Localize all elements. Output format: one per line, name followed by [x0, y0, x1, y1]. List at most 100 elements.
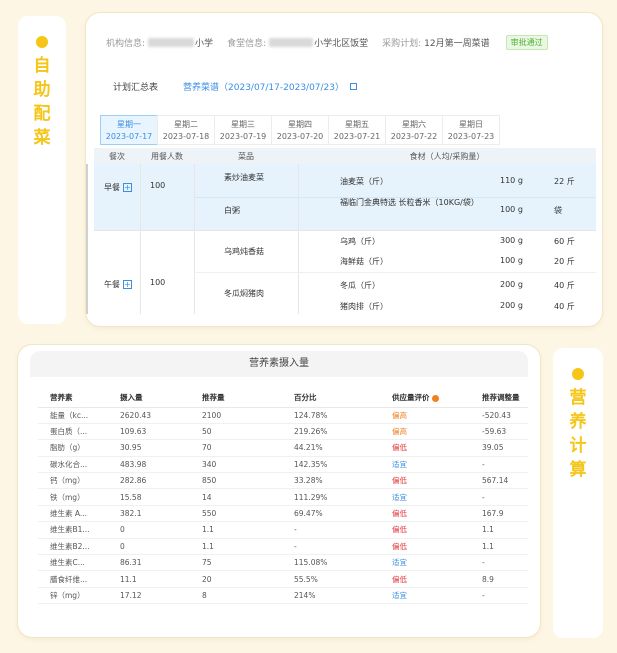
summary-row: 计划汇总表 营养菜谱（2023/07/17-2023/07/23） [113, 80, 358, 93]
cell-intake: 0 [100, 521, 182, 539]
nutrition-title: 营养素摄入量 [30, 351, 528, 377]
table-row: 维生素B2... 0 1.1- 偏低 1.1 [38, 538, 528, 556]
cell-adjust: - [462, 587, 528, 605]
nutrition-table-header: 营养素 摄入量 推荐量 百分比 供应量评价 推荐调整量 [38, 389, 528, 408]
expand-plus-icon[interactable]: + [123, 279, 132, 289]
dot-icon [36, 36, 48, 48]
cell-nutrient: 蛋白质（... [38, 423, 100, 441]
ingredient-name: 乌鸡（斤） [340, 237, 380, 246]
meal-people: 100 [150, 278, 166, 287]
info-icon[interactable] [431, 394, 439, 402]
cell-intake: 109.63 [100, 423, 182, 441]
cell-adjust: -59.63 [462, 423, 528, 441]
cell-recommended: 550 [182, 505, 276, 523]
cell-nutrient: 膳食纤维... [38, 570, 100, 588]
table-row: 蛋白质（... 109.63 50 219.26% 偏高 -59.63 [38, 423, 528, 441]
day-weekday: 星期四 [288, 120, 312, 129]
cell-nutrient: 钙（mg） [38, 472, 100, 490]
day-date: 2023-07-21 [333, 132, 381, 141]
col-meal: 餐次 [109, 151, 125, 161]
cell-intake: 0 [100, 538, 182, 556]
redacted-text [269, 38, 314, 47]
day-date: 2023-07-23 [447, 132, 495, 141]
plan-value: 12月第一周菜谱 [424, 39, 490, 49]
cell-percent: 55.5% [276, 570, 370, 588]
col-intake: 摄入量 [100, 389, 182, 408]
day-tab[interactable]: 星期三 2023-07-19 [214, 115, 272, 145]
day-tab[interactable]: 星期四 2023-07-20 [271, 115, 329, 145]
table-row: 维生素C... 86.31 75 115.08% 适宜 - [38, 554, 528, 572]
cell-adjust: - [462, 456, 528, 474]
cell-nutrient: 能量（kc... [38, 407, 100, 424]
info-row: 机构信息: 小学 食堂信息: 小学北区饭堂 采购计划: 12月第一周菜谱 审批通… [106, 35, 548, 50]
meal-name: 午餐 + [104, 278, 138, 290]
table-row: 铁（mg） 15.58 14 111.29% 适宜 - [38, 488, 528, 506]
cell-recommended: 75 [182, 554, 276, 572]
cell-evaluation: 偏低 [370, 505, 462, 523]
menu-table-header: 餐次 用餐人数 菜品 食材（人均/采购量） [94, 148, 596, 164]
day-date: 2023-07-18 [162, 132, 210, 141]
cell-evaluation: 偏高 [370, 423, 462, 441]
cell-intake: 11.1 [100, 570, 182, 588]
day-tab[interactable]: 星期六 2023-07-22 [385, 115, 443, 145]
ingredient-per-person: 200 g [500, 301, 523, 310]
cell-evaluation: 偏高 [370, 407, 462, 424]
cell-adjust: 8.9 [462, 570, 528, 588]
day-weekday: 星期二 [174, 120, 198, 129]
cell-evaluation: 适宜 [370, 488, 462, 506]
summary-link[interactable]: 营养菜谱（2023/07/17-2023/07/23） [183, 80, 344, 93]
cell-evaluation: 偏低 [370, 439, 462, 457]
cell-evaluation: 适宜 [370, 456, 462, 474]
ingredient-quantity: 40 斤 [554, 302, 575, 311]
table-row: 钙（mg） 282.86 850 33.28% 偏低 567.14 [38, 472, 528, 490]
cell-intake: 282.86 [100, 472, 182, 490]
col-nutrient: 营养素 [38, 389, 100, 408]
ingredient-name: 福临门金典特选 长粒香米（10KG/袋） [340, 198, 479, 207]
external-link-icon[interactable] [350, 83, 358, 90]
cell-percent: 44.21% [276, 439, 370, 457]
day-tab[interactable]: 星期一 2023-07-17 [100, 115, 158, 145]
day-date: 2023-07-20 [276, 132, 324, 141]
day-tab[interactable]: 星期五 2023-07-21 [328, 115, 386, 145]
menu-table: 餐次 用餐人数 菜品 食材（人均/采购量） 早餐 +100 素炒油麦菜 油麦菜（斤） 1… [86, 148, 596, 314]
cell-nutrient: 碳水化合... [38, 456, 100, 474]
col-adjust: 推荐调整量 [462, 389, 528, 408]
cell-percent: 142.35% [276, 456, 370, 474]
ingredient-quantity: 40 斤 [554, 281, 575, 290]
cell-percent: - [276, 521, 370, 539]
cell-recommended: 20 [182, 570, 276, 588]
table-row: 膳食纤维... 11.1 20 55.5% 偏低 8.9 [38, 570, 528, 588]
cell-nutrient: 维生素B1... [38, 521, 100, 539]
cell-adjust: 167.9 [462, 505, 528, 523]
cell-recommended: 340 [182, 456, 276, 474]
ingredient-per-person: 110 g [500, 176, 523, 185]
cell-percent: - [276, 538, 370, 556]
side-tab-nutrition-calc[interactable]: 营养计算 [553, 348, 603, 638]
cell-percent: 115.08% [276, 554, 370, 572]
table-row: 脂肪（g） 30.95 70 44.21% 偏低 39.05 [38, 439, 528, 457]
table-row: 锌（mg） 17.12 8 214% 适宜 - [38, 587, 528, 605]
column-divider [140, 164, 141, 314]
evaluation-header-label: 供应量评价 [392, 393, 430, 403]
ingredient-quantity: 20 斤 [554, 257, 575, 266]
cell-adjust: -520.43 [462, 407, 528, 424]
cell-evaluation: 适宜 [370, 554, 462, 572]
dish-name: 冬瓜焖猪肉 [224, 289, 264, 298]
cell-adjust: 1.1 [462, 538, 528, 556]
cell-adjust: - [462, 488, 528, 506]
left-border [86, 164, 88, 314]
day-tab[interactable]: 星期二 2023-07-18 [157, 115, 215, 145]
cell-percent: 69.47% [276, 505, 370, 523]
side-tab-self-menu[interactable]: 自助配菜 [18, 16, 66, 324]
cell-adjust: - [462, 554, 528, 572]
meal-name: 早餐 + [104, 181, 138, 193]
cell-recommended: 14 [182, 488, 276, 506]
day-tab[interactable]: 星期日 2023-07-23 [442, 115, 500, 145]
cell-evaluation: 偏低 [370, 570, 462, 588]
expand-plus-icon[interactable]: + [123, 182, 132, 192]
ingredient-quantity: 60 斤 [554, 237, 575, 246]
canteen-label: 食堂信息: [227, 39, 267, 49]
col-recommended: 推荐量 [182, 389, 276, 408]
cell-percent: 219.26% [276, 423, 370, 441]
side-tab-label: 营养计算 [569, 388, 587, 480]
